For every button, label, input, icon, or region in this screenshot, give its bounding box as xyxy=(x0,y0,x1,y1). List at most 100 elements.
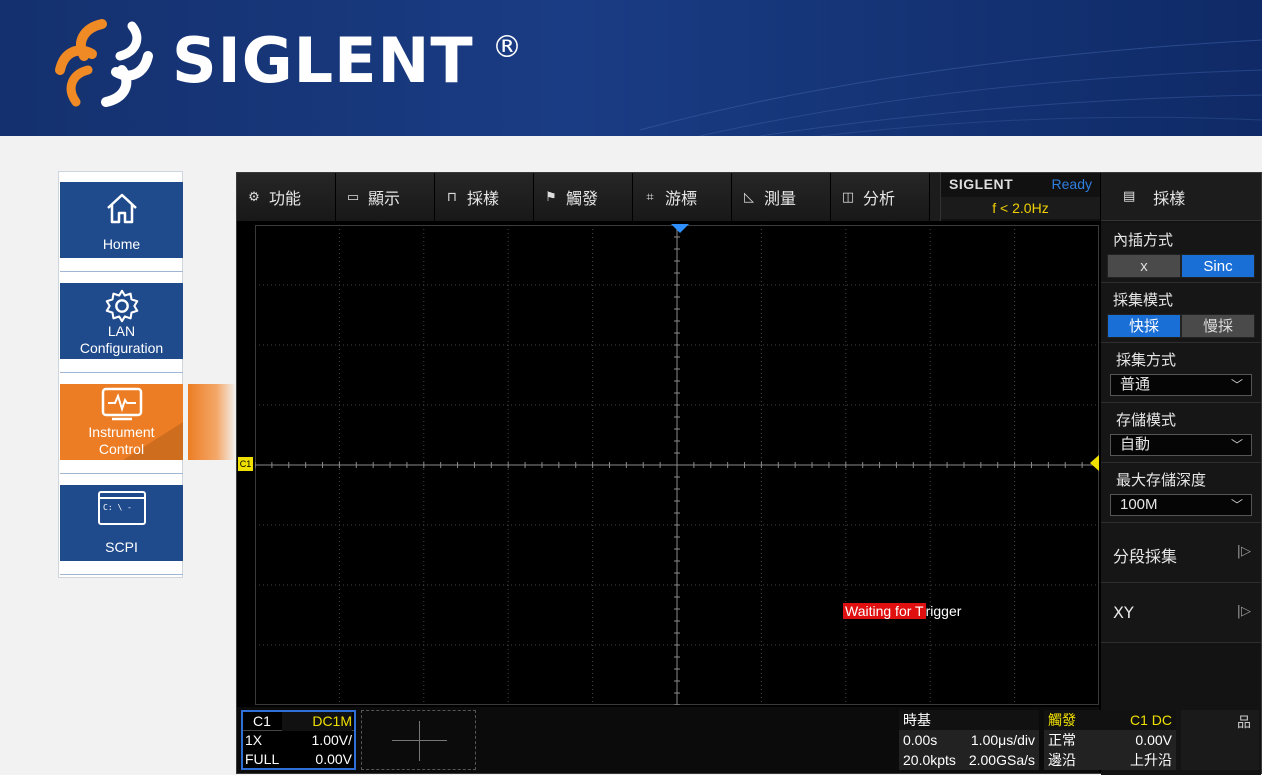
menu-acquire[interactable]: ⊓ 採樣 xyxy=(435,173,534,221)
acq-mode-toggle: 快採 慢採 xyxy=(1107,314,1255,338)
gear-icon: ⚙ xyxy=(248,189,260,205)
registered-mark: ® xyxy=(492,30,522,65)
trigger-info[interactable]: 觸發 C1 DC 正常 0.00V 邊沿 上升沿 xyxy=(1044,710,1176,770)
trigger-level: 0.00V xyxy=(1135,732,1172,748)
acq-mode-title: 採集模式 xyxy=(1113,291,1174,309)
menu-analysis[interactable]: ◫ 分析 xyxy=(831,173,930,221)
frequency-readout: f < 2.0Hz xyxy=(941,197,1100,219)
plus-icon xyxy=(419,721,420,761)
acq-type-dropdown[interactable]: 普通 ﹀ xyxy=(1110,374,1252,396)
trigger-mode: 正常 xyxy=(1048,732,1076,748)
chevron-down-icon: ﹀ xyxy=(1230,378,1243,392)
nav-label-home: Home xyxy=(102,236,141,252)
active-nav-indicator xyxy=(188,384,236,460)
status-brand: SIGLENT xyxy=(949,176,1014,192)
channel-1-info[interactable]: C1 DC1M 1X 1.00V/ FULL 0.00V xyxy=(241,710,356,770)
dropdown-value: 普通 xyxy=(1120,376,1151,393)
nav-divider xyxy=(60,473,183,474)
interp-x-option[interactable]: x xyxy=(1107,254,1181,278)
dropdown-value: 自動 xyxy=(1120,436,1151,453)
analysis-icon: ◫ xyxy=(841,189,855,205)
cursor-icon: ⌗ xyxy=(646,189,654,205)
waiting-highlight: Waiting for T xyxy=(843,603,926,619)
measure-icon: ◺ xyxy=(744,189,754,205)
acq-type-title: 採集方式 xyxy=(1116,351,1177,369)
menu-label: 游標 xyxy=(665,189,698,208)
nav-divider xyxy=(60,372,183,373)
trigger-level-icon[interactable] xyxy=(1090,455,1099,471)
xy-label: XY xyxy=(1113,603,1134,622)
timebase-delay: 0.00s xyxy=(903,732,938,748)
chevron-down-icon: ﹀ xyxy=(1230,438,1243,452)
max-depth-dropdown[interactable]: 100M ﹀ xyxy=(1110,494,1252,516)
oscilloscope-screen: ⚙ 功能 ▭ 顯示 ⊓ 採樣 ⚑ 觸發 ⌗ 游標 ◺ 測量 ◫ 分析 SIGLENT Read… xyxy=(236,172,1262,775)
memory-points: 20.0kpts xyxy=(903,752,956,768)
nav-divider xyxy=(60,574,183,575)
flag-icon: ⚑ xyxy=(545,189,557,205)
timebase-info[interactable]: 時基 0.00s 1.00μs/div 20.0kpts 2.00GSa/s xyxy=(899,710,1039,770)
interpolation-section: 內插方式 x Sinc xyxy=(1101,223,1261,283)
xy-section[interactable]: XY |▷ xyxy=(1101,583,1261,643)
acquire-panel: ▤ 採樣 內插方式 x Sinc 採集模式 快採 慢採 採集方式 普通 ﹀ 存儲模… xyxy=(1101,173,1261,775)
nav-divider xyxy=(60,271,183,272)
trigger-type: 邊沿 xyxy=(1048,752,1076,768)
network-icon[interactable]: 品 xyxy=(1181,710,1259,770)
gear-icon xyxy=(60,287,183,327)
vertical-scale: 1.00V/ xyxy=(311,732,352,748)
trigger-position-icon[interactable] xyxy=(671,224,689,233)
menu-label: 功能 xyxy=(269,189,302,208)
dropdown-value: 100M xyxy=(1120,496,1158,513)
waiting-for-trigger-message: Waiting for Trigger xyxy=(843,601,961,621)
add-channel-button[interactable] xyxy=(361,710,476,770)
nav-label-instrument: Instrument Control xyxy=(88,424,155,457)
siglent-logo-icon xyxy=(55,19,153,107)
acq-mode-section: 採集模式 快採 慢採 xyxy=(1101,283,1261,343)
channel-name: C1 xyxy=(253,713,271,729)
mem-mode-title: 存儲模式 xyxy=(1116,411,1177,429)
run-state: Ready xyxy=(1051,176,1092,192)
menu-cursor[interactable]: ⌗ 游標 xyxy=(633,173,732,221)
nav-label-lan: LAN Configuration xyxy=(79,323,164,356)
terminal-icon: C: \ - xyxy=(60,490,183,530)
interp-sinc-option[interactable]: Sinc xyxy=(1181,254,1255,278)
header-banner: SIGLENT ® xyxy=(0,0,1262,136)
trigger-source: C1 DC xyxy=(1129,712,1172,728)
mem-mode-dropdown[interactable]: 自動 ﹀ xyxy=(1110,434,1252,456)
acquire-icon: ⊓ xyxy=(446,189,458,205)
display-icon: ▭ xyxy=(346,189,360,205)
menu-display[interactable]: ▭ 顯示 xyxy=(336,173,435,221)
acq-type-section: 採集方式 普通 ﹀ xyxy=(1101,343,1261,403)
interpolation-toggle: x Sinc xyxy=(1107,254,1255,278)
submenu-arrow-icon: |▷ xyxy=(1236,604,1251,619)
acq-fast-option[interactable]: 快採 xyxy=(1107,314,1181,338)
interpolation-title: 內插方式 xyxy=(1113,231,1174,249)
segmented-section[interactable]: 分段採集 |▷ xyxy=(1101,523,1261,583)
menu-label: 分析 xyxy=(863,189,896,208)
scope-bottom-bar: C1 DC1M 1X 1.00V/ FULL 0.00V 時基 0.00s 1.0… xyxy=(237,707,1259,773)
brand-name: SIGLENT xyxy=(172,24,474,97)
timebase-title: 時基 xyxy=(903,712,931,728)
segmented-label: 分段採集 xyxy=(1113,547,1178,566)
monitor-pulse-icon xyxy=(60,386,183,426)
channel-coupling: DC1M xyxy=(282,712,352,731)
chevron-down-icon: ﹀ xyxy=(1230,498,1243,512)
menu-label: 顯示 xyxy=(368,189,401,208)
panel-title: 採樣 xyxy=(1153,188,1186,208)
acq-slow-option[interactable]: 慢採 xyxy=(1181,314,1255,338)
menu-measure[interactable]: ◺ 測量 xyxy=(732,173,831,221)
nav-item-lan-configuration[interactable]: LAN Configuration xyxy=(60,283,183,359)
timebase-scale: 1.00μs/div xyxy=(970,732,1035,748)
menu-trigger[interactable]: ⚑ 觸發 xyxy=(534,173,633,221)
vertical-offset: 0.00V xyxy=(315,751,352,767)
nav-item-scpi[interactable]: C: \ - SCPI xyxy=(60,485,183,561)
submenu-arrow-icon: |▷ xyxy=(1236,544,1251,559)
bandwidth-limit: FULL xyxy=(245,751,280,767)
home-icon xyxy=(60,188,183,228)
menu-function[interactable]: ⚙ 功能 xyxy=(237,173,336,221)
channel-offset-marker[interactable]: C1 xyxy=(238,457,253,471)
nav-item-instrument-control[interactable]: Instrument Control xyxy=(60,384,183,460)
probe-ratio: 1X xyxy=(245,732,263,748)
mem-mode-section: 存儲模式 自動 ﹀ xyxy=(1101,403,1261,463)
nav-item-home[interactable]: Home xyxy=(60,182,183,258)
waiting-rest: rigger xyxy=(925,603,962,619)
